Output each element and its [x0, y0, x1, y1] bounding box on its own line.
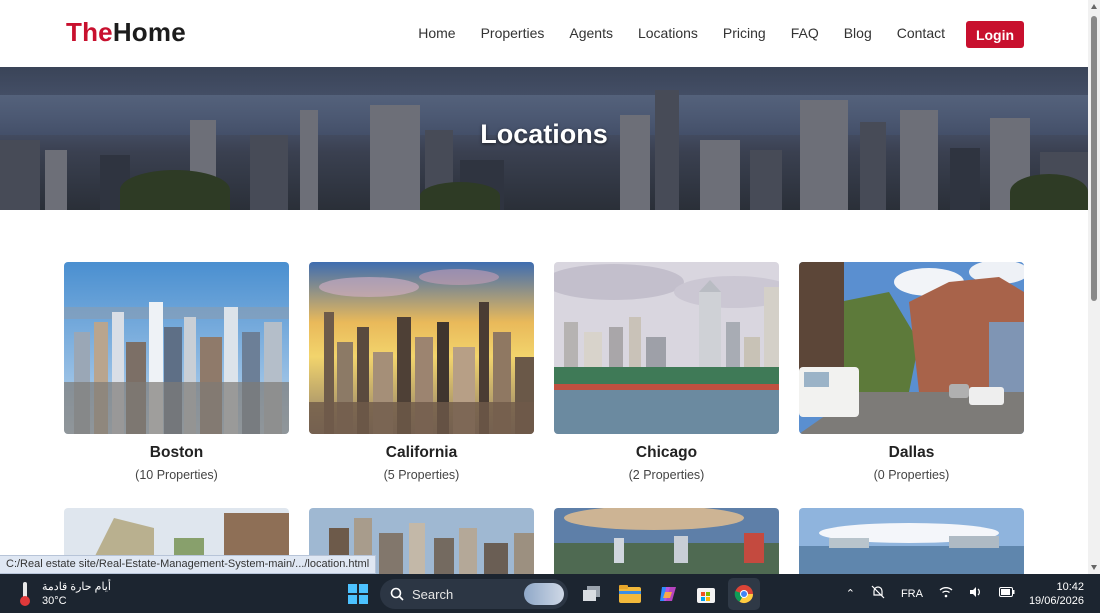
clock-date: 19/06/2026 [1028, 594, 1084, 607]
windows-start-icon[interactable] [342, 578, 374, 610]
microsoft-store-icon[interactable] [690, 578, 722, 610]
nav-faq[interactable]: FAQ [791, 25, 819, 41]
system-tray: ⌃ FRA 10:42 19/06/2026 [838, 574, 1100, 613]
chrome-icon[interactable] [728, 578, 760, 610]
property-count: (10 Properties) [135, 468, 218, 482]
page-scrollbar[interactable] [1088, 0, 1100, 574]
property-count: (2 Properties) [628, 468, 705, 482]
nav-locations[interactable]: Locations [638, 25, 698, 41]
battery-icon[interactable] [998, 587, 1015, 600]
location-card-chicago[interactable]: Chicago (2 Properties) [554, 262, 779, 482]
search-highlight-icon [524, 583, 564, 605]
dallas-image[interactable] [799, 262, 1024, 434]
location-card-boston[interactable]: Boston (10 Properties) [64, 262, 289, 482]
nav-pricing[interactable]: Pricing [723, 25, 766, 41]
thermometer-icon [18, 582, 32, 606]
navbar: TheHome Home Properties Agents Locations… [0, 0, 1088, 67]
scrollbar-thumb[interactable] [1091, 16, 1097, 301]
logo-part-home: Home [112, 17, 186, 47]
nav-home[interactable]: Home [418, 25, 455, 41]
chevron-up-icon[interactable]: ⌃ [846, 587, 855, 600]
scroll-up-icon[interactable] [1091, 4, 1097, 9]
nav-blog[interactable]: Blog [844, 25, 872, 41]
scroll-down-icon[interactable] [1091, 565, 1097, 570]
location-name[interactable]: Dallas [799, 444, 1024, 462]
browser-viewport: TheHome Home Properties Agents Locations… [0, 0, 1088, 574]
boston-image[interactable] [64, 262, 289, 434]
location-name[interactable]: Chicago [554, 444, 779, 462]
location-card-dallas[interactable]: Dallas (0 Properties) [799, 262, 1024, 482]
nav-properties[interactable]: Properties [481, 25, 545, 41]
link-status-bar: C:/Real estate site/Real-Estate-Manageme… [0, 555, 377, 574]
weather-widget[interactable]: أيام حارة قادمة 30°C [18, 580, 111, 608]
property-count: (5 Properties) [383, 468, 460, 482]
windows-taskbar: أيام حارة قادمة 30°C Search ⌃ FRA 10:42 … [0, 574, 1100, 613]
property-count: (0 Properties) [873, 468, 950, 482]
location-image[interactable] [799, 508, 1024, 574]
logo-part-the: The [66, 17, 113, 47]
language-indicator[interactable]: FRA [901, 588, 923, 600]
notifications-off-icon[interactable] [871, 585, 885, 602]
chicago-image[interactable] [554, 262, 779, 434]
volume-icon[interactable] [969, 586, 983, 601]
location-image[interactable] [554, 508, 779, 574]
nav-agents[interactable]: Agents [569, 25, 613, 41]
location-name[interactable]: California [309, 444, 534, 462]
location-name[interactable]: Boston [64, 444, 289, 462]
weather-temperature: 30°C [42, 595, 67, 607]
clock-time: 10:42 [1056, 580, 1084, 593]
taskbar-search[interactable]: Search [380, 579, 568, 609]
hero-banner: Locations [0, 67, 1088, 210]
search-label: Search [412, 586, 454, 602]
search-icon [390, 587, 404, 601]
taskbar-apps: Search [342, 578, 766, 610]
wifi-icon[interactable] [939, 586, 953, 601]
login-button[interactable]: Login [966, 21, 1024, 48]
copilot-icon[interactable] [652, 578, 684, 610]
task-view-icon[interactable] [576, 578, 608, 610]
file-explorer-icon[interactable] [614, 578, 646, 610]
clock[interactable]: 10:42 19/06/2026 [1029, 580, 1084, 608]
site-logo[interactable]: TheHome [66, 17, 186, 48]
location-card-row2-3[interactable] [554, 508, 779, 574]
page-title: Locations [480, 119, 608, 149]
location-card-california[interactable]: California (5 Properties) [309, 262, 534, 482]
location-card-row2-4[interactable] [799, 508, 1024, 574]
weather-text: أيام حارة قادمة [42, 581, 111, 593]
nav-links: Home Properties Agents Locations Pricing… [393, 25, 945, 41]
california-image[interactable] [309, 262, 534, 434]
nav-contact[interactable]: Contact [897, 25, 945, 41]
